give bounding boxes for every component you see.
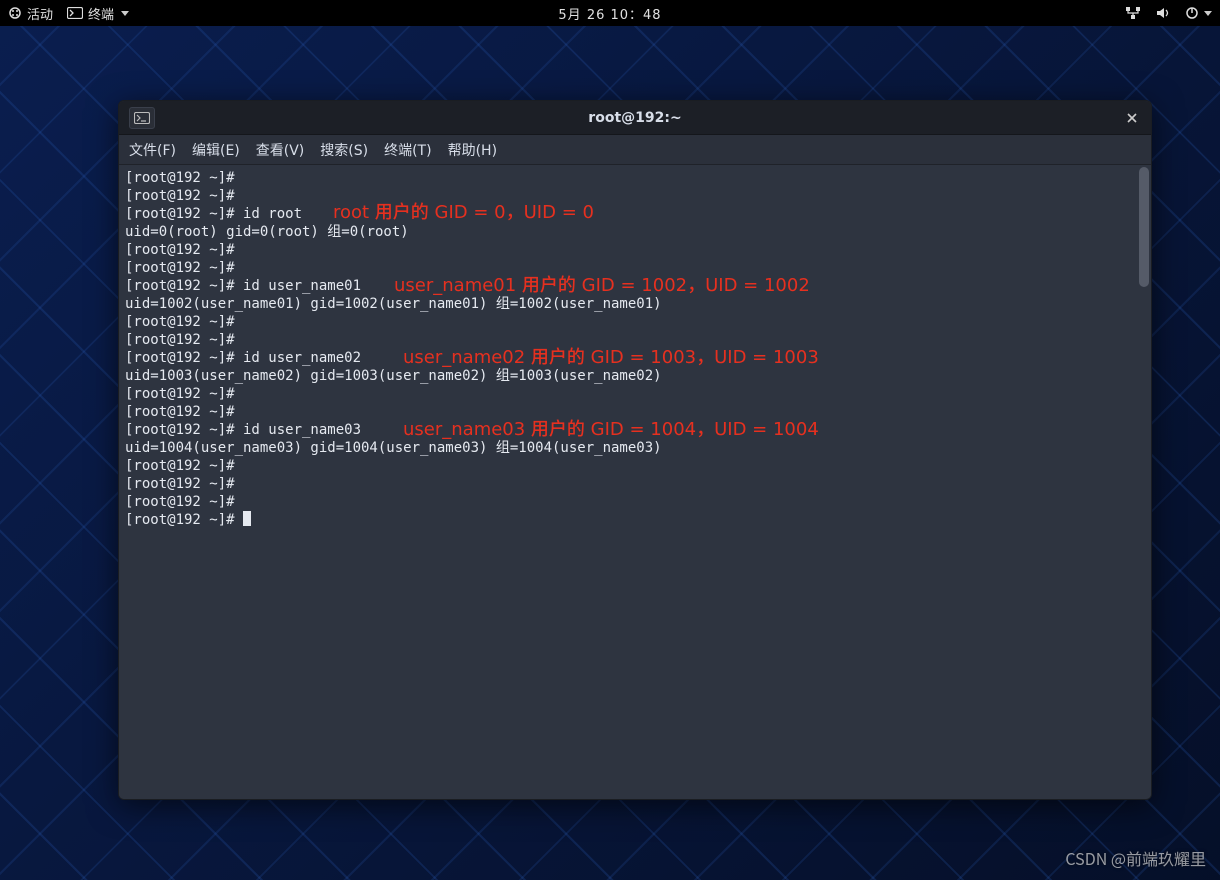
window-title: root@192:~ [588,110,681,126]
terminal-titlebar[interactable]: root@192:~ [119,101,1151,135]
annotation-user02: user_name02 用户的 GID = 1003，UID = 1003 [403,343,819,369]
annotation-root: root 用户的 GID = 0，UID = 0 [333,198,594,224]
gnome-topbar: 活动 终端 5月 26 10：48 [0,0,1220,26]
watermark: CSDN @前端玖耀里 [1065,846,1206,870]
terminal-body[interactable]: [root@192 ~]# [root@192 ~]# [root@192 ~]… [119,165,1151,799]
clock[interactable]: 5月 26 10：48 [558,4,661,23]
network-icon[interactable] [1125,6,1141,20]
close-icon [1127,113,1137,123]
scrollbar-thumb[interactable] [1139,167,1149,287]
volume-icon[interactable] [1155,6,1171,20]
menu-search[interactable]: 搜索(S) [320,140,368,160]
menu-terminal[interactable]: 终端(T) [384,140,431,160]
clock-label: 5月 26 10：48 [558,8,661,23]
new-tab-button[interactable] [129,107,155,129]
power-icon[interactable] [1185,6,1212,20]
terminal-menubar: 文件(F) 编辑(E) 查看(V) 搜索(S) 终端(T) 帮助(H) [119,135,1151,165]
activities-icon [8,6,22,20]
menu-help[interactable]: 帮助(H) [448,140,497,160]
menu-file[interactable]: 文件(F) [129,140,176,160]
chevron-down-icon [121,11,129,16]
annotation-user01: user_name01 用户的 GID = 1002，UID = 1002 [394,271,810,297]
chevron-down-icon [1204,11,1212,16]
active-app-indicator[interactable]: 终端 [67,4,129,23]
terminal-icon [134,112,150,124]
activities-button[interactable]: 活动 [8,4,53,23]
activities-label: 活动 [27,4,53,23]
close-button[interactable] [1121,107,1143,129]
annotation-user03: user_name03 用户的 GID = 1004，UID = 1004 [403,415,819,441]
menu-edit[interactable]: 编辑(E) [192,140,240,160]
terminal-app-icon [67,7,83,19]
cursor [243,511,251,526]
terminal-window: root@192:~ 文件(F) 编辑(E) 查看(V) 搜索(S) 终端(T)… [118,100,1152,800]
menu-view[interactable]: 查看(V) [256,140,305,160]
terminal-scrollbar[interactable] [1139,167,1149,797]
active-app-label: 终端 [88,4,114,23]
